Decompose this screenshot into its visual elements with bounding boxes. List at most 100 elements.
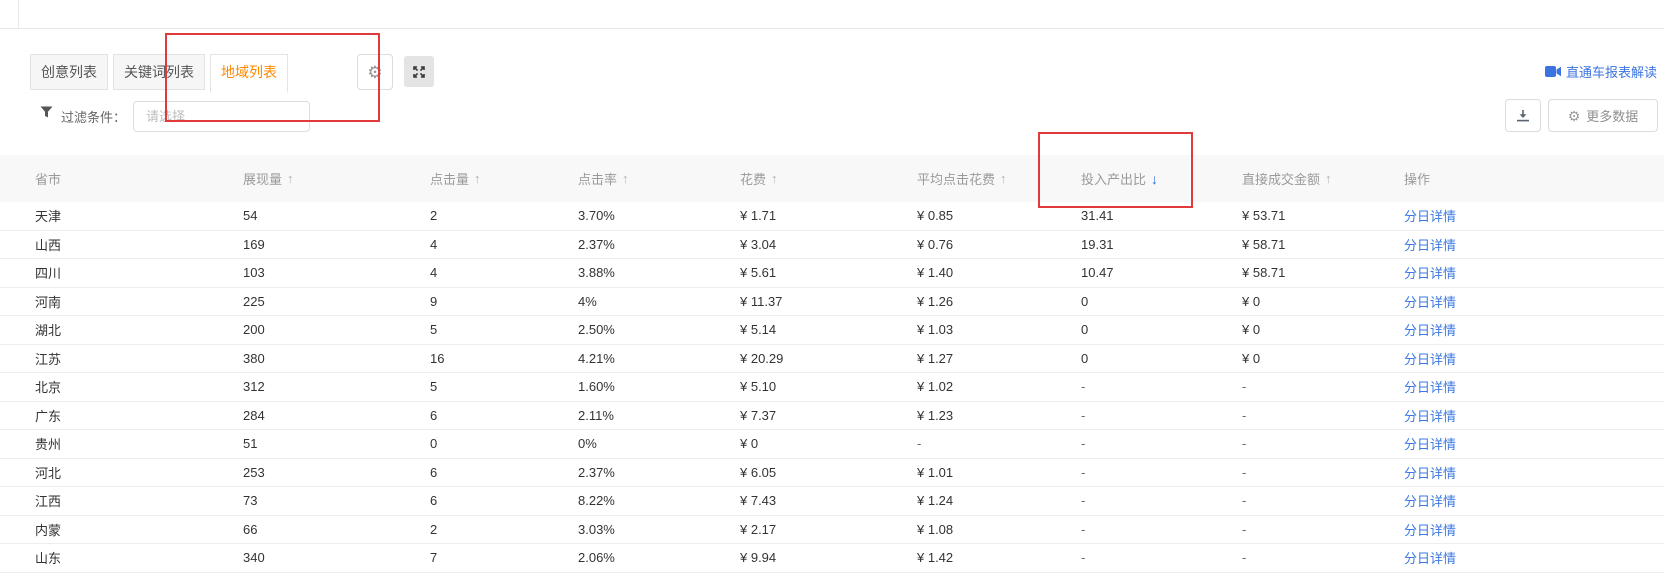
table-cell: ¥ 9.94 [740, 550, 917, 565]
table-cell: 73 [243, 493, 430, 508]
region-data-table: 省市展现量↑点击量↑点击率↑花费↑平均点击花费↑投入产出比↓直接成交金额↑操作 … [0, 155, 1664, 573]
table-cell: 0 [1081, 351, 1242, 366]
column-settings-button[interactable]: ⚙ [357, 54, 393, 90]
filter-select-input[interactable] [133, 101, 310, 132]
table-cell: 4% [578, 294, 740, 309]
table-cell: 湖北 [35, 320, 243, 339]
report-explain-link[interactable]: 直通车报表解读 [1545, 62, 1657, 81]
column-label: 展现量 [243, 169, 282, 188]
daily-detail-link[interactable]: 分日详情 [1404, 295, 1456, 310]
table-cell-action: 分日详情 [1404, 292, 1664, 311]
table-cell: 169 [243, 237, 430, 252]
table-cell: 8.22% [578, 493, 740, 508]
table-cell: 3.70% [578, 208, 740, 223]
table-cell: - [1242, 522, 1404, 537]
tab-keyword-list[interactable]: 关键词列表 [113, 54, 205, 90]
column-header-cost[interactable]: 花费↑ [740, 169, 917, 188]
sort-up-icon: ↑ [1000, 171, 1007, 186]
sort-up-icon: ↑ [1325, 171, 1332, 186]
download-button[interactable] [1505, 99, 1541, 132]
table-row: 江苏380164.21%¥ 20.29¥ 1.270¥ 0分日详情 [0, 345, 1664, 374]
table-cell: 31.41 [1081, 208, 1242, 223]
table-cell: 2 [430, 208, 578, 223]
column-label: 直接成交金额 [1242, 169, 1320, 188]
column-header-roi[interactable]: 投入产出比↓ [1081, 169, 1242, 188]
table-cell: 0% [578, 436, 740, 451]
table-cell: 19.31 [1081, 237, 1242, 252]
table-cell: 2 [430, 522, 578, 537]
table-row: 山东34072.06%¥ 9.94¥ 1.42--分日详情 [0, 544, 1664, 573]
table-cell: - [917, 436, 1081, 451]
table-cell: 山东 [35, 548, 243, 567]
table-cell: 2.06% [578, 550, 740, 565]
daily-detail-link[interactable]: 分日详情 [1404, 238, 1456, 253]
table-cell: 河北 [35, 463, 243, 482]
daily-detail-link[interactable]: 分日详情 [1404, 551, 1456, 566]
more-data-button[interactable]: ⚙ 更多数据 [1548, 99, 1658, 132]
daily-detail-link[interactable]: 分日详情 [1404, 466, 1456, 481]
filter-label: 过滤条件： [61, 107, 126, 126]
table-cell: 天津 [35, 206, 243, 225]
table-cell: ¥ 7.43 [740, 493, 917, 508]
table-cell: ¥ 1.08 [917, 522, 1081, 537]
table-cell-action: 分日详情 [1404, 320, 1664, 339]
column-header-avg-click-cost[interactable]: 平均点击花费↑ [917, 169, 1081, 188]
expand-icon [412, 65, 426, 79]
column-header-clicks[interactable]: 点击量 ↑ [430, 169, 578, 188]
table-cell: 4.21% [578, 351, 740, 366]
daily-detail-link[interactable]: 分日详情 [1404, 494, 1456, 509]
sort-up-icon: ↑ [474, 171, 481, 186]
table-cell-action: 分日详情 [1404, 463, 1664, 482]
table-cell: 四川 [35, 263, 243, 282]
column-label: 花费 [740, 169, 766, 188]
fullscreen-button[interactable] [404, 56, 434, 87]
table-cell: 51 [243, 436, 430, 451]
column-label: 投入产出比 [1081, 169, 1146, 188]
table-cell: 16 [430, 351, 578, 366]
filter-funnel-icon [40, 106, 53, 118]
table-cell: - [1242, 465, 1404, 480]
tab-region-list[interactable]: 地域列表 [210, 54, 288, 93]
table-cell: 贵州 [35, 434, 243, 453]
table-row: 广东28462.11%¥ 7.37¥ 1.23--分日详情 [0, 402, 1664, 431]
table-cell: - [1081, 465, 1242, 480]
report-tabs: 创意列表关键词列表地域列表 [30, 54, 293, 94]
table-cell: ¥ 1.40 [917, 265, 1081, 280]
column-header-impressions[interactable]: 展现量↑ [243, 169, 430, 188]
table-cell: ¥ 20.29 [740, 351, 917, 366]
table-cell: ¥ 6.05 [740, 465, 917, 480]
daily-detail-link[interactable]: 分日详情 [1404, 380, 1456, 395]
tab-creative-list[interactable]: 创意列表 [30, 54, 108, 90]
daily-detail-link[interactable]: 分日详情 [1404, 409, 1456, 424]
daily-detail-link[interactable]: 分日详情 [1404, 323, 1456, 338]
daily-detail-link[interactable]: 分日详情 [1404, 523, 1456, 538]
table-cell: 66 [243, 522, 430, 537]
table-cell: ¥ 1.27 [917, 351, 1081, 366]
table-cell: 2.50% [578, 322, 740, 337]
table-row: 江西7368.22%¥ 7.43¥ 1.24--分日详情 [0, 487, 1664, 516]
table-cell: - [1242, 436, 1404, 451]
column-header-direct-deal-amount[interactable]: 直接成交金额 ↑ [1242, 169, 1404, 188]
table-cell: ¥ 0 [1242, 294, 1404, 309]
table-cell: - [1242, 493, 1404, 508]
table-cell: ¥ 0.76 [917, 237, 1081, 252]
column-label: 点击量 [430, 169, 469, 188]
daily-detail-link[interactable]: 分日详情 [1404, 352, 1456, 367]
table-cell: - [1081, 522, 1242, 537]
column-header-province: 省市 [35, 169, 243, 188]
table-cell: 340 [243, 550, 430, 565]
table-cell: 9 [430, 294, 578, 309]
table-cell: 2.11% [578, 408, 740, 423]
column-header-ctr[interactable]: 点击率↑ [578, 169, 740, 188]
daily-detail-link[interactable]: 分日详情 [1404, 266, 1456, 281]
sort-up-icon: ↑ [622, 171, 629, 186]
daily-detail-link[interactable]: 分日详情 [1404, 437, 1456, 452]
column-label: 省市 [35, 169, 61, 188]
table-cell: ¥ 5.10 [740, 379, 917, 394]
table-header-row: 省市展现量↑点击量↑点击率↑花费↑平均点击花费↑投入产出比↓直接成交金额↑操作 [0, 155, 1664, 202]
table-cell: ¥ 11.37 [740, 294, 917, 309]
daily-detail-link[interactable]: 分日详情 [1404, 209, 1456, 224]
table-row: 四川10343.88%¥ 5.61¥ 1.4010.47¥ 58.71分日详情 [0, 259, 1664, 288]
table-cell: - [1081, 436, 1242, 451]
table-cell-action: 分日详情 [1404, 263, 1664, 282]
